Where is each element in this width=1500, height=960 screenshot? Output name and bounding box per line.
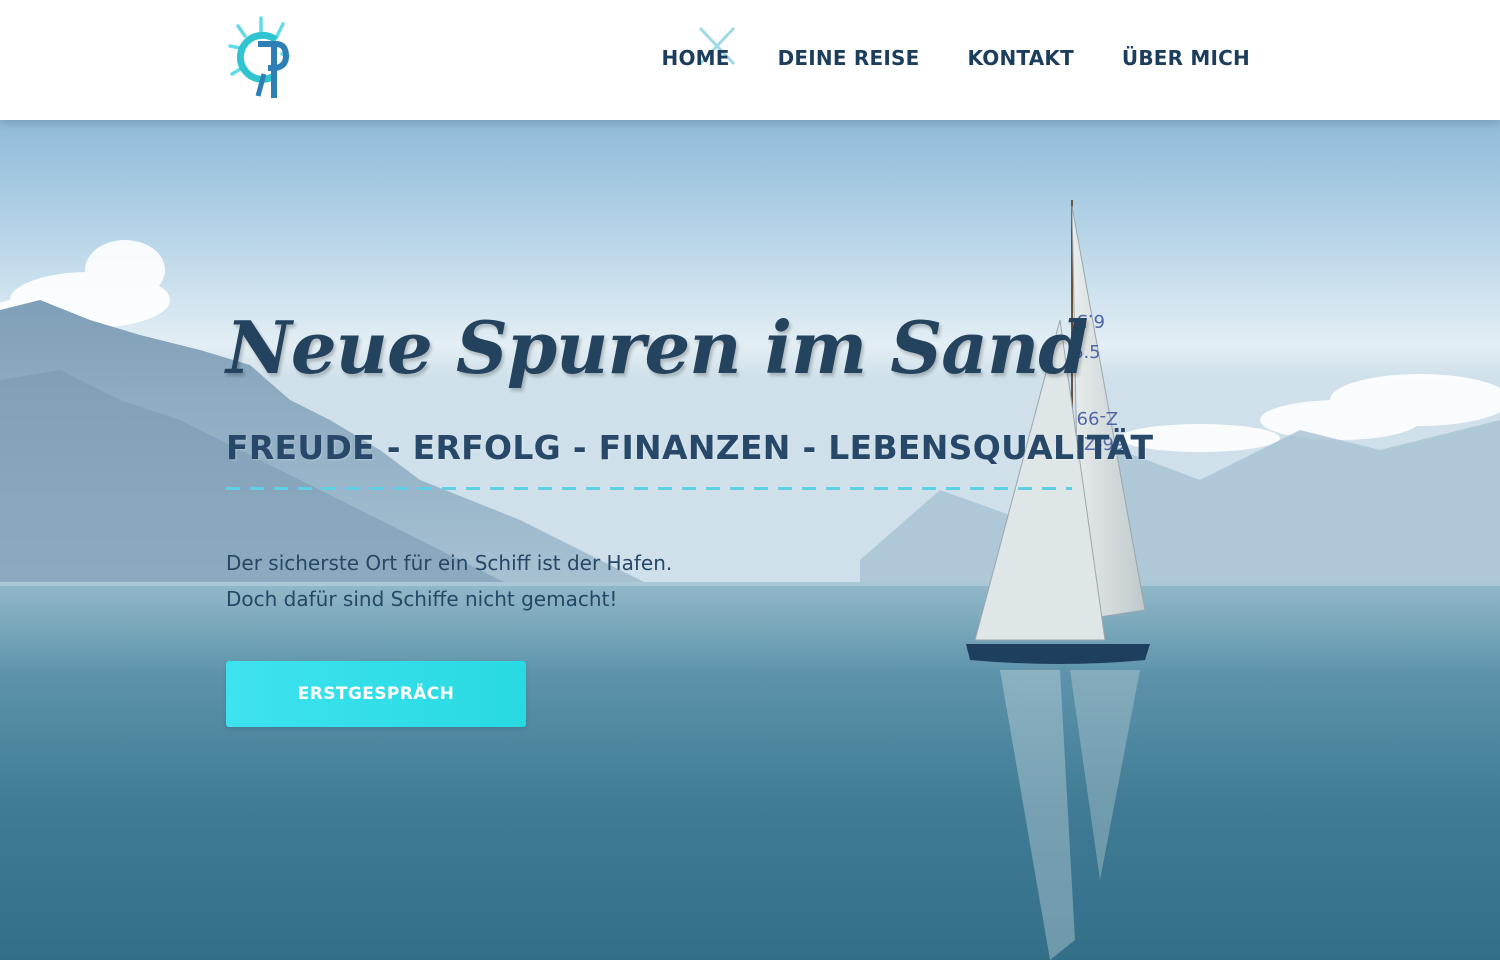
- hero-subtitle: FREUDE - ERFOLG - FINANZEN - LEBENSQUALI…: [226, 428, 1154, 467]
- hero-text: Der sicherste Ort für ein Schiff ist der…: [226, 545, 1126, 617]
- hero-title: Neue Spuren im Sand: [226, 305, 1089, 390]
- helm-r-logo[interactable]: [228, 16, 294, 104]
- nav-ueber-mich[interactable]: ÜBER MICH: [1122, 46, 1250, 70]
- hero-text-line-2: Doch dafür sind Schiffe nicht gemacht!: [226, 587, 618, 611]
- erstgespraech-button[interactable]: ERSTGESPRÄCH: [226, 661, 526, 727]
- nav-deine-reise[interactable]: DEINE REISE: [778, 46, 920, 70]
- site-header: HOME DEINE REISE KONTAKT ÜBER MICH: [0, 0, 1500, 120]
- hero-text-line-1: Der sicherste Ort für ein Schiff ist der…: [226, 551, 673, 575]
- hero-content: Neue Spuren im Sand FREUDE - ERFOLG - FI…: [226, 298, 1154, 727]
- nav-kontakt[interactable]: KONTAKT: [967, 46, 1073, 70]
- nav-home[interactable]: HOME: [662, 46, 730, 70]
- dashed-divider: [226, 487, 1072, 490]
- hero-section: 6.5 6.5 Z-99 Z-99 Neue Spuren im Sand FR…: [0, 120, 1500, 960]
- main-navigation: HOME DEINE REISE KONTAKT ÜBER MICH: [662, 46, 1250, 70]
